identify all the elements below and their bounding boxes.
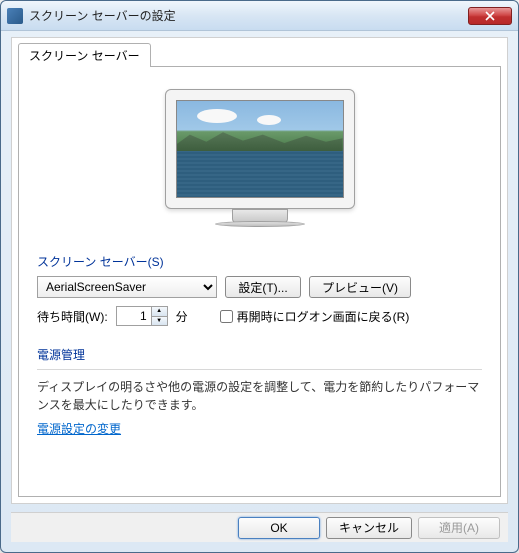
wait-unit: 分 <box>176 308 188 325</box>
cancel-button[interactable]: キャンセル <box>326 517 412 539</box>
screensaver-group: スクリーン セーバー(S) AerialScreenSaver 設定(T)...… <box>37 253 482 334</box>
tab-label: スクリーン セーバー <box>29 49 140 63</box>
client-area: スクリーン セーバー <box>11 37 508 504</box>
screensaver-group-label: スクリーン セーバー(S) <box>37 253 482 270</box>
resume-checkbox-row[interactable]: 再開時にログオン画面に戻る(R) <box>220 308 410 325</box>
power-group: 電源管理 ディスプレイの明るさや他の電源の設定を調整して、電力を節約したりパフォ… <box>37 346 482 437</box>
tab-strip: スクリーン セーバー <box>18 42 507 66</box>
wait-spinner[interactable]: ▲ ▼ <box>116 306 168 326</box>
resume-checkbox-label: 再開時にログオン画面に戻る(R) <box>237 308 410 325</box>
screensaver-select[interactable]: AerialScreenSaver <box>37 276 217 298</box>
wait-input[interactable] <box>117 307 151 325</box>
wait-up-button[interactable]: ▲ <box>152 307 167 317</box>
dialog-window: スクリーン セーバーの設定 スクリーン セーバー <box>0 0 519 553</box>
window-title: スクリーン セーバーの設定 <box>29 7 468 24</box>
close-icon <box>485 11 495 21</box>
monitor-preview <box>37 89 482 227</box>
monitor-icon <box>165 89 355 227</box>
app-icon <box>7 8 23 24</box>
tab-screensaver[interactable]: スクリーン セーバー <box>18 43 151 67</box>
titlebar: スクリーン セーバーの設定 <box>1 1 518 31</box>
divider <box>37 369 482 370</box>
power-settings-link[interactable]: 電源設定の変更 <box>37 420 121 437</box>
apply-button[interactable]: 適用(A) <box>418 517 500 539</box>
screensaver-preview-image <box>176 100 344 198</box>
button-bar: OK キャンセル 適用(A) <box>11 512 508 542</box>
settings-button[interactable]: 設定(T)... <box>225 276 301 298</box>
close-button[interactable] <box>468 7 512 25</box>
preview-button[interactable]: プレビュー(V) <box>309 276 411 298</box>
resume-checkbox[interactable] <box>220 310 233 323</box>
ok-button[interactable]: OK <box>238 517 320 539</box>
power-description: ディスプレイの明るさや他の電源の設定を調整して、電力を節約したりパフォーマンスを… <box>37 378 482 414</box>
power-group-label: 電源管理 <box>37 346 482 363</box>
wait-down-button[interactable]: ▼ <box>152 317 167 326</box>
tab-panel: スクリーン セーバー(S) AerialScreenSaver 設定(T)...… <box>18 66 501 497</box>
wait-label: 待ち時間(W): <box>37 308 108 325</box>
